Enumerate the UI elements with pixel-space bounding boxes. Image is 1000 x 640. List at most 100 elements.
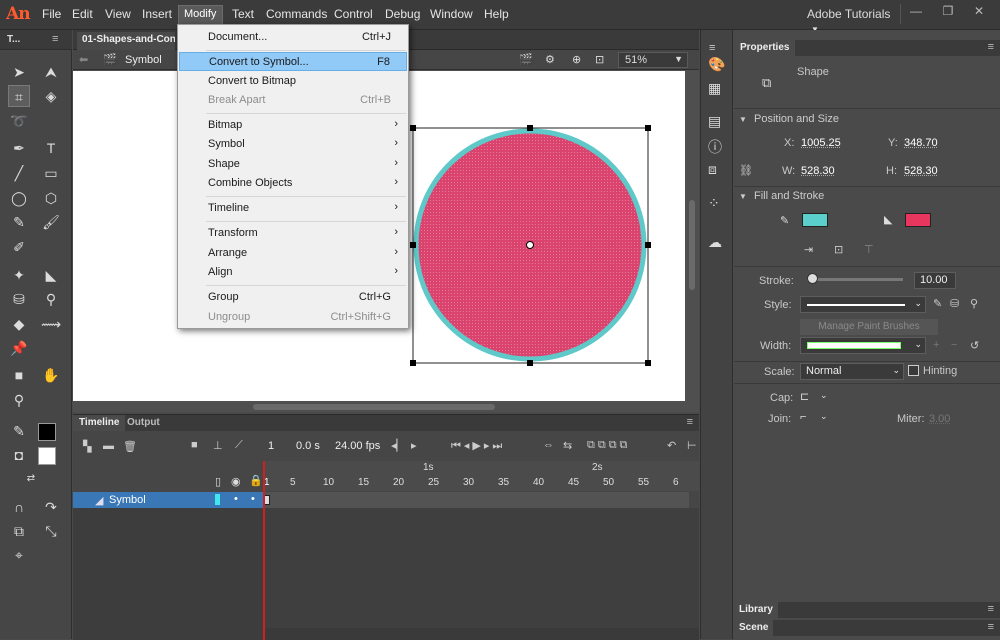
- tab-properties[interactable]: Properties: [734, 40, 796, 56]
- stroke-size-field[interactable]: 10.00: [914, 272, 956, 289]
- section-position-size[interactable]: ▼ Position and Size: [734, 110, 1000, 130]
- visibility-dot[interactable]: •: [234, 493, 238, 505]
- undo-icon[interactable]: ↶: [667, 439, 676, 452]
- layer-color-swatch[interactable]: [215, 494, 220, 505]
- center-stage-icon[interactable]: ⊕: [572, 53, 581, 66]
- y-value[interactable]: 348.70: [904, 137, 938, 149]
- free-transform-tool-icon[interactable]: ⌗: [8, 85, 30, 107]
- panel-menu-icon[interactable]: ≡: [687, 416, 693, 428]
- rectangle-tool-icon[interactable]: ▭: [40, 162, 62, 184]
- menu-file[interactable]: File: [42, 7, 61, 21]
- collapse-icon[interactable]: ≡: [709, 42, 715, 54]
- assets-icon[interactable]: 🎨: [708, 56, 725, 73]
- panel-menu-icon[interactable]: ≡: [52, 33, 58, 45]
- lasso-tool-icon[interactable]: ➰: [8, 110, 30, 132]
- subselection-tool-icon[interactable]: ⮝: [40, 61, 62, 83]
- snap-magnet-icon[interactable]: ∩: [8, 496, 30, 518]
- zoom-tool-icon[interactable]: ⚲: [8, 389, 30, 411]
- link-icon[interactable]: ⛓: [739, 164, 753, 177]
- camera-icon[interactable]: ■: [191, 439, 198, 451]
- clip-content-icon[interactable]: ⊡: [595, 53, 604, 66]
- menu-control[interactable]: Control: [334, 7, 373, 21]
- timeline-ruler[interactable]: 1s 2s 1 5 10 15 20 25 30 35 40 45 50 55 …: [263, 461, 699, 491]
- oval-tool-icon[interactable]: ◯: [8, 187, 30, 209]
- camera-tool-icon[interactable]: ■: [8, 364, 30, 386]
- menu-item-convert-to-symbol[interactable]: Convert to Symbol... F8: [179, 52, 407, 71]
- menu-debug[interactable]: Debug: [385, 7, 420, 21]
- document-tab[interactable]: 01-Shapes-and-Conta: [77, 32, 175, 50]
- line-tool-icon[interactable]: ╱: [8, 162, 30, 184]
- zoom-select[interactable]: 51% ▼: [618, 52, 688, 68]
- swatches-icon[interactable]: ▦: [708, 80, 721, 97]
- transform-panel-icon[interactable]: ⧈: [708, 161, 717, 178]
- frame-view-icon[interactable]: ⊢: [687, 439, 697, 452]
- frame-row[interactable]: [263, 492, 689, 508]
- text-tool-icon[interactable]: T: [40, 137, 62, 159]
- stroke-color-pencil-icon[interactable]: ✎: [8, 420, 30, 442]
- fill-color-swatch[interactable]: [905, 213, 931, 227]
- w-value[interactable]: 528.30: [801, 165, 835, 177]
- menu-item-timeline[interactable]: Timeline ›: [179, 199, 407, 218]
- pin-tool-icon[interactable]: 📌: [8, 337, 30, 359]
- menu-item-transform[interactable]: Transform ›: [179, 224, 407, 243]
- stroke-color-swatch[interactable]: [802, 213, 828, 227]
- menu-item-symbol[interactable]: Symbol ›: [179, 135, 407, 154]
- cc-libraries-icon[interactable]: ☁: [708, 234, 722, 251]
- prev-keyframe-icon[interactable]: ◂▏: [391, 439, 405, 452]
- pen-tool-icon[interactable]: ✒: [8, 137, 30, 159]
- smooth-icon[interactable]: ↷: [40, 496, 62, 518]
- menu-modify[interactable]: Modify: [178, 5, 223, 25]
- play-icon[interactable]: ▸: [411, 439, 417, 452]
- stroke-slider-thumb[interactable]: [807, 273, 818, 284]
- frame-rate[interactable]: 24.00 fps: [335, 440, 380, 452]
- tab-timeline[interactable]: Timeline: [73, 415, 126, 431]
- straighten-icon[interactable]: ⧉: [8, 520, 30, 542]
- h-value[interactable]: 528.30: [904, 165, 938, 177]
- 3d-rotation-tool-icon[interactable]: ◈: [40, 85, 62, 107]
- layer-name[interactable]: Symbol: [109, 494, 146, 506]
- motion-presets-icon[interactable]: ⁘: [708, 195, 720, 212]
- edit-symbols-icon[interactable]: ⚙: [545, 53, 555, 66]
- menu-help[interactable]: Help: [484, 7, 509, 21]
- fill-color-swatch[interactable]: [38, 447, 56, 465]
- eye-icon[interactable]: ◉: [231, 475, 241, 488]
- section-fill-stroke[interactable]: ▼ Fill and Stroke: [734, 187, 1000, 207]
- new-folder-icon[interactable]: ▬: [103, 440, 114, 452]
- width-profile-select[interactable]: ⌄: [800, 337, 926, 354]
- menu-item-shape[interactable]: Shape ›: [179, 155, 407, 174]
- menu-item-combine-objects[interactable]: Combine Objects ›: [179, 174, 407, 193]
- eyedropper-tool-icon[interactable]: ⚲: [40, 288, 62, 310]
- x-value[interactable]: 1005.25: [801, 137, 841, 149]
- edit-stroke-style-icon[interactable]: ✎: [933, 297, 942, 310]
- layer-row[interactable]: ◢ Symbol • •: [73, 492, 263, 508]
- onion-skin-icon[interactable]: ⧉⧉⧉⧉: [587, 439, 630, 452]
- layer-parenting-icon[interactable]: ⊥: [213, 439, 223, 452]
- selection-tool-icon[interactable]: ➤: [8, 61, 30, 83]
- chevron-down-icon[interactable]: ⌄: [820, 390, 828, 401]
- playback-controls-icon[interactable]: ⏮◂▶▸⏭: [451, 439, 505, 453]
- ink-bottle-tool-icon[interactable]: ⛁: [8, 288, 30, 310]
- align-icon[interactable]: ▤: [708, 113, 721, 130]
- menu-item-bitmap[interactable]: Bitmap ›: [179, 116, 407, 135]
- bone-tool-icon[interactable]: ✦: [8, 264, 30, 286]
- chevron-down-icon[interactable]: ⌄: [820, 411, 828, 422]
- menu-item-arrange[interactable]: Arrange ›: [179, 244, 407, 263]
- restore-icon[interactable]: ❐: [937, 4, 959, 24]
- edit-scene-icon[interactable]: 🎬: [519, 53, 533, 66]
- graph-icon[interactable]: ⟋: [235, 439, 243, 452]
- snap-options-icon[interactable]: ⌖: [8, 544, 30, 566]
- scene-label[interactable]: Symbol: [125, 54, 162, 66]
- back-arrow-icon[interactable]: ⬅: [79, 53, 88, 66]
- object-drawing-icon[interactable]: ⊡: [834, 243, 843, 256]
- horizontal-scrollbar[interactable]: [253, 404, 495, 410]
- sync-icon[interactable]: ⇆: [563, 439, 572, 452]
- hand-tool-icon[interactable]: ✋: [40, 364, 62, 386]
- hinting-checkbox[interactable]: [908, 365, 919, 376]
- reset-width-icon[interactable]: ↺: [970, 339, 979, 352]
- minimize-icon[interactable]: —: [905, 4, 927, 24]
- option-icon[interactable]: ⤡: [40, 520, 62, 542]
- panel-menu-icon[interactable]: ≡: [988, 41, 994, 53]
- info-icon[interactable]: ⓘ: [708, 137, 722, 157]
- join-style-icon[interactable]: ⌐: [800, 411, 806, 423]
- pencil-tool-icon[interactable]: ✎: [8, 211, 30, 233]
